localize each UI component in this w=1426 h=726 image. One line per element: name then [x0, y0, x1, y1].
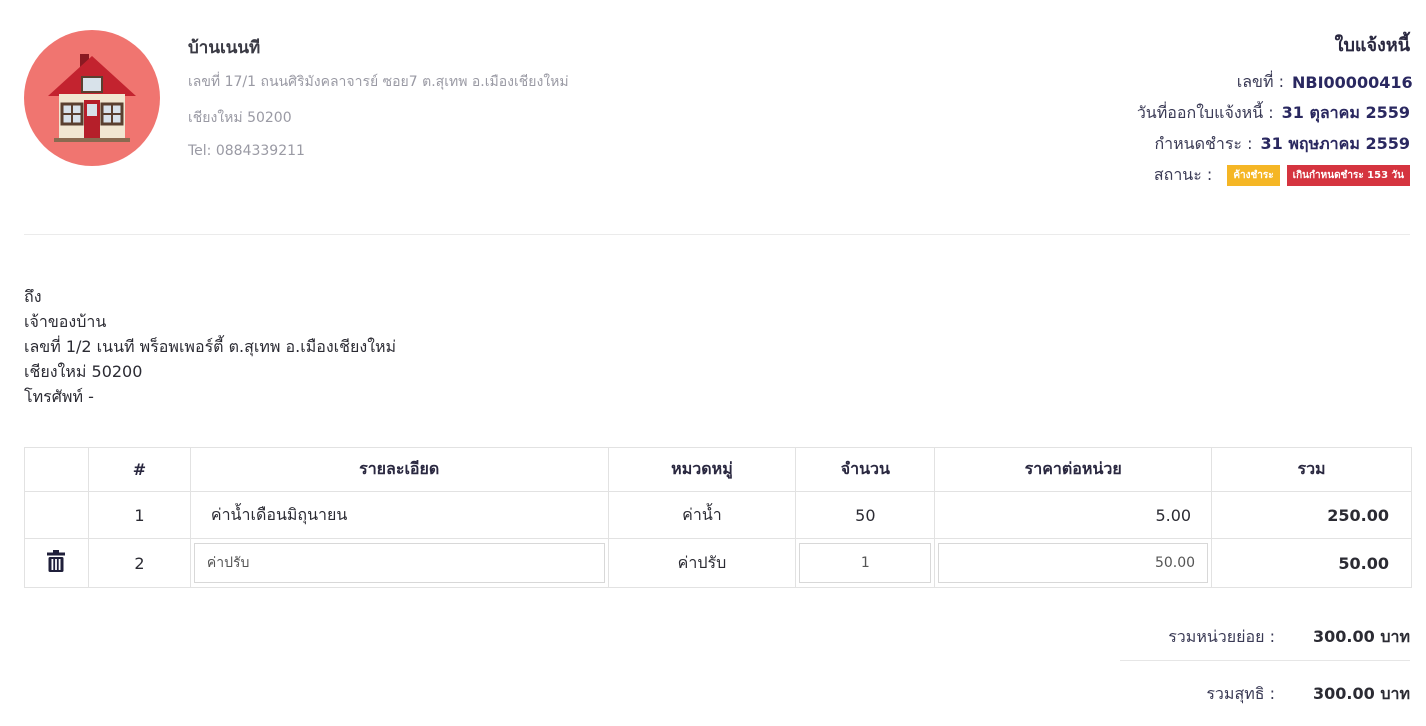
row-action-cell: [24, 491, 89, 539]
issue-date: 31 ตุลาคม 2559: [1281, 103, 1410, 122]
recipient-heading: ถึง: [24, 287, 42, 306]
subtotal-value: 300.00 บาท: [1313, 627, 1410, 646]
issue-date-row: วันที่ออกใบแจ้งหนี้ : 31 ตุลาคม 2559: [1137, 98, 1410, 129]
issue-date-label: วันที่ออกใบแจ้งหนี้ :: [1136, 103, 1274, 122]
recipient-name: เจ้าของบ้าน: [24, 312, 107, 331]
subtotal-label: รวมหน่วยย่อย :: [1168, 627, 1275, 646]
row-detail-cell: [189, 538, 609, 588]
detail-input[interactable]: [193, 543, 605, 583]
invoice-number-label: เลขที่ :: [1236, 72, 1284, 91]
status-row: สถานะ : ค้างชำระ เกินกำหนดชำระ 153 วัน: [1137, 160, 1410, 191]
company-tel: Tel: 0884339211: [188, 143, 305, 159]
house-logo-icon: [48, 54, 136, 142]
subtotal-row: รวมหน่วยย่อย : 300.00 บาท: [1120, 620, 1410, 655]
col-number-header: #: [87, 447, 191, 492]
company-address: เลขที่ 17/1 ถนนศิริมังคลาจารย์ ซอย7 ต.สุ…: [188, 74, 569, 90]
company-city: เชียงใหม่ 50200: [188, 110, 292, 126]
row-quantity-cell: [795, 538, 936, 588]
summary-divider: [1120, 660, 1410, 661]
col-quantity-header: จำนวน: [795, 447, 936, 492]
row-total: 50.00: [1211, 538, 1412, 588]
due-date-label: กำหนดชำระ :: [1154, 134, 1253, 153]
company-logo: [24, 30, 160, 166]
col-unit-price-header: ราคาต่อหน่วย: [934, 447, 1213, 492]
row-number: 1: [87, 491, 191, 539]
row-category: ค่าน้ำ: [607, 491, 797, 539]
row-number: 2: [87, 538, 191, 588]
net-total-label: รวมสุทธิ :: [1206, 684, 1275, 703]
quantity-input[interactable]: [799, 543, 932, 583]
company-info: บ้านเนนที เลขที่ 17/1 ถนนศิริมังคลาจารย์…: [188, 34, 569, 173]
row-unit-price: 5.00: [934, 491, 1213, 539]
col-action-header: [24, 447, 89, 492]
invoice-title: ใบแจ้งหนี้: [1334, 35, 1410, 56]
recipient-city: เชียงใหม่ 50200: [24, 362, 143, 381]
status-badge-pending: ค้างชำระ: [1227, 165, 1280, 186]
row-total: 250.00: [1211, 491, 1412, 539]
net-total-value: 300.00 บาท: [1313, 684, 1410, 703]
col-category-header: หมวดหมู่: [607, 447, 797, 492]
row-category: ค่าปรับ: [607, 538, 797, 588]
row-unit-price-cell: [934, 538, 1213, 588]
header-divider: [24, 234, 1410, 235]
invoice-number: NBI00000416: [1292, 73, 1413, 92]
table-header-row: # รายละเอียด หมวดหมู่ จำนวน ราคาต่อหน่วย…: [24, 447, 1412, 492]
invoice-number-row: เลขที่ : NBI00000416: [1137, 67, 1413, 98]
due-date-row: กำหนดชำระ : 31 พฤษภาคม 2559: [1137, 129, 1410, 160]
row-action-cell: [24, 538, 89, 588]
due-date: 31 พฤษภาคม 2559: [1260, 134, 1411, 153]
recipient-address: เลขที่ 1/2 เนนที พร็อพเพอร์ตี้ ต.สุเทพ อ…: [24, 337, 397, 356]
col-total-header: รวม: [1211, 447, 1412, 492]
row-detail: ค่าน้ำเดือนมิถุนายน: [189, 491, 609, 539]
trash-icon[interactable]: [47, 550, 66, 576]
company-name: บ้านเนนที: [188, 38, 261, 58]
net-total-row: รวมสุทธิ : 300.00 บาท: [1120, 677, 1410, 712]
invoice-items-table: # รายละเอียด หมวดหมู่ จำนวน ราคาต่อหน่วย…: [24, 447, 1412, 588]
row-quantity: 50: [795, 491, 936, 539]
status-badge-overdue: เกินกำหนดชำระ 153 วัน: [1286, 165, 1410, 186]
unit-price-input[interactable]: [938, 543, 1209, 583]
table-row: 2 ค่าปรับ 50.00: [24, 538, 1412, 588]
col-detail-header: รายละเอียด: [189, 447, 609, 492]
table-row: 1 ค่าน้ำเดือนมิถุนายน ค่าน้ำ 50 5.00 250…: [24, 491, 1412, 539]
invoice-header: ใบแจ้งหนี้ เลขที่ : NBI00000416 วันที่ออ…: [1137, 30, 1413, 191]
recipient-phone: โทรศัพท์ -: [24, 387, 94, 406]
recipient-block: ถึง เจ้าของบ้าน เลขที่ 1/2 เนนที พร็อพเพ…: [24, 284, 396, 409]
status-label: สถานะ :: [1153, 165, 1213, 184]
invoice-summary: รวมหน่วยย่อย : 300.00 บาท รวมสุทธิ : 300…: [1120, 620, 1410, 712]
